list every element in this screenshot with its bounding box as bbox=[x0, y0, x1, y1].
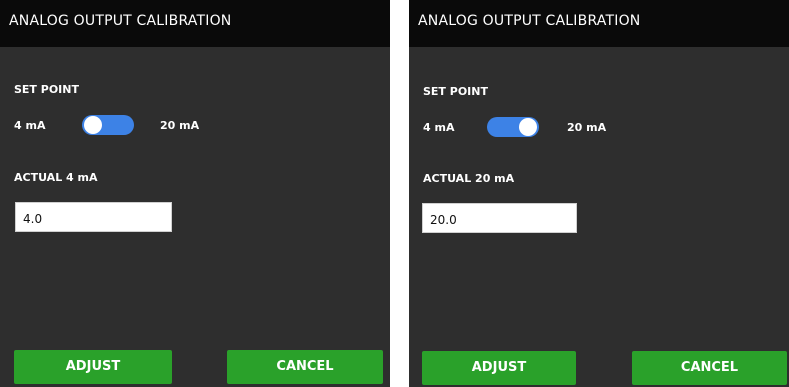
set-point-label: SET POINT bbox=[14, 83, 79, 96]
set-point-toggle[interactable] bbox=[82, 115, 134, 135]
toggle-left-label: 4 mA bbox=[14, 119, 46, 132]
actual-value-input[interactable]: 20.0 bbox=[422, 203, 577, 233]
adjust-button[interactable]: ADJUST bbox=[422, 351, 576, 385]
adjust-button[interactable]: ADJUST bbox=[14, 350, 172, 384]
cancel-button[interactable]: CANCEL bbox=[227, 350, 383, 384]
set-point-toggle[interactable] bbox=[487, 117, 539, 137]
actual-label: ACTUAL 4 mA bbox=[14, 171, 98, 184]
set-point-label: SET POINT bbox=[423, 85, 488, 98]
toggle-right-label: 20 mA bbox=[567, 121, 607, 134]
actual-label: ACTUAL 20 mA bbox=[423, 172, 515, 185]
title-bar: ANALOG OUTPUT CALIBRATION bbox=[409, 0, 789, 47]
toggle-left-label: 4 mA bbox=[423, 121, 455, 134]
toggle-right-label: 20 mA bbox=[160, 119, 200, 132]
screen-title: ANALOG OUTPUT CALIBRATION bbox=[418, 13, 641, 29]
screen-title: ANALOG OUTPUT CALIBRATION bbox=[9, 13, 232, 29]
calibration-screen-left: ANALOG OUTPUT CALIBRATION SET POINT 4 mA… bbox=[0, 0, 390, 387]
cancel-button[interactable]: CANCEL bbox=[632, 351, 787, 385]
calibration-screen-right: ANALOG OUTPUT CALIBRATION SET POINT 4 mA… bbox=[409, 0, 789, 387]
toggle-knob bbox=[519, 118, 537, 136]
actual-value-input[interactable]: 4.0 bbox=[15, 202, 172, 232]
toggle-knob bbox=[84, 116, 102, 134]
title-bar: ANALOG OUTPUT CALIBRATION bbox=[0, 0, 390, 47]
